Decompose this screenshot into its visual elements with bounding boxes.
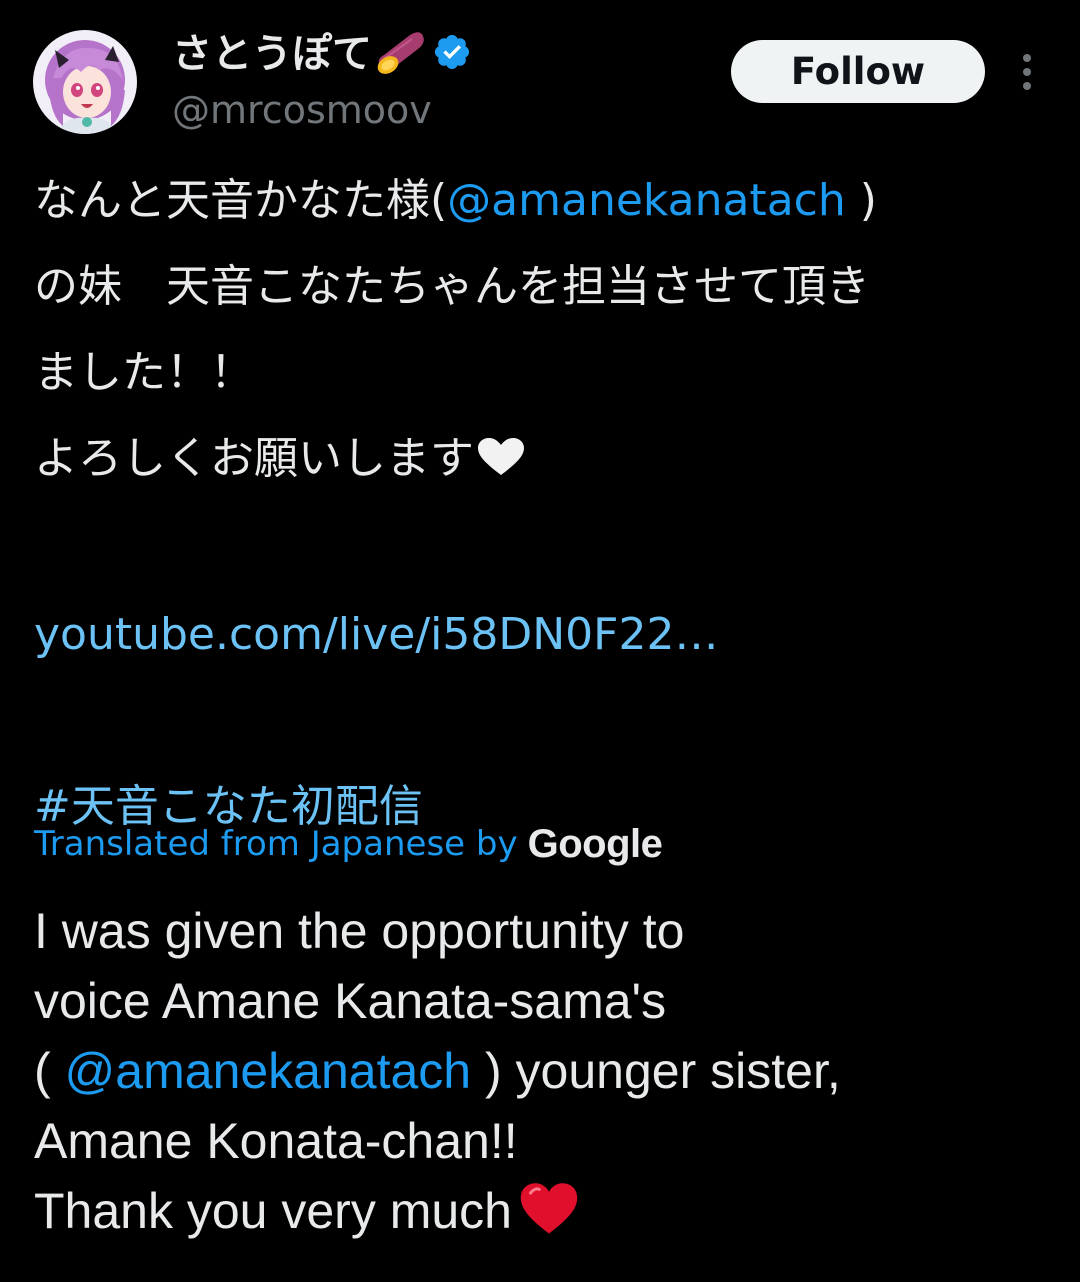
translation-line: I was given the opportunity to: [34, 903, 685, 959]
google-logo: Google: [527, 821, 663, 866]
tweet-line-4-text: よろしくお願いします: [34, 433, 474, 484]
mention-link[interactable]: @amanekanatach: [447, 175, 846, 226]
translation-line: Amane Konata-chan!!: [34, 1113, 518, 1169]
mention-link[interactable]: @amanekanatach: [65, 1043, 472, 1099]
tweet-line: ました！！: [34, 347, 254, 398]
translation-line: voice Amane Kanata-sama's: [34, 973, 667, 1029]
youtube-link[interactable]: youtube.com/live/i58DN0F22…: [34, 609, 718, 660]
tweet-line: の妹 天音こなたちゃんを担当させて頂き: [34, 261, 870, 312]
tweet-line: よろしくお願いします: [34, 416, 1054, 506]
tweet-line: なんと天音かなた様(@amanekanatach ): [34, 158, 1054, 244]
translation-line-3-prefix: (: [34, 1043, 65, 1099]
sweet-potato-icon: [374, 29, 426, 79]
author-display-name[interactable]: さとうぽて: [172, 28, 472, 80]
tweet-line-1-suffix: ): [845, 175, 877, 226]
translation-line-3-suffix: ) younger sister,: [471, 1043, 841, 1099]
translation-line: ( @amanekanatach ) younger sister,: [34, 1036, 1054, 1106]
more-vertical-icon[interactable]: [1010, 50, 1044, 94]
tweet-line: youtube.com/live/i58DN0F22…: [34, 592, 1054, 678]
tweet: さとうぽて @mrcosmoov Follow なんと天音かなた様(@amane…: [0, 0, 1080, 1282]
display-name-text: さとうぽて: [172, 31, 372, 77]
author-handle[interactable]: @mrcosmoov: [172, 86, 432, 134]
translation-text: I was given the opportunity to voice Ama…: [34, 896, 1054, 1254]
translation-line-5-text: Thank you very much: [34, 1183, 512, 1239]
translated-from-label[interactable]: Translated from Japanese by: [34, 824, 518, 864]
tweet-line-1-prefix: なんと天音かなた様(: [34, 175, 448, 226]
translation-credit: Translated from Japanese by Google: [34, 818, 663, 870]
avatar[interactable]: [33, 30, 137, 134]
white-heart-icon: [476, 420, 526, 506]
avatar-image: [33, 30, 137, 134]
red-heart-icon: [518, 1182, 580, 1254]
translation-line: Thank you very much: [34, 1176, 1054, 1254]
verified-badge-icon[interactable]: [432, 32, 472, 76]
follow-button[interactable]: Follow: [731, 40, 985, 103]
tweet-text: なんと天音かなた様(@amanekanatach ) の妹 天音こなたちゃんを担…: [34, 158, 1054, 850]
